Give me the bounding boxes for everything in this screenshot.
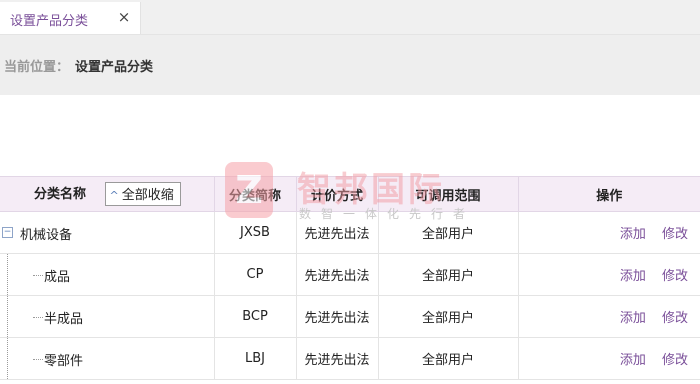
watermark-logo	[225, 162, 273, 218]
breadcrumb-current: 设置产品分类	[75, 60, 154, 75]
table-row: 零部件 LBJ 先进先出法 全部用户 添加 修改	[0, 337, 700, 380]
ops-cell: 添加 修改	[517, 295, 700, 338]
category-name-cell: 半成品	[0, 295, 214, 338]
pricing-cell: 先进先出法	[295, 337, 378, 380]
ops-cell: 添加 修改	[517, 253, 700, 296]
pricing-cell: 先进先出法	[295, 253, 378, 296]
ops-cell: 添加 修改	[517, 337, 700, 380]
abbr-cell: BCP	[213, 295, 296, 338]
table-row: 成品 CP 先进先出法 全部用户 添加 修改	[0, 253, 700, 296]
category-name-cell: 零部件	[0, 337, 214, 380]
header-name-label: 分类名称	[34, 186, 87, 202]
scope-cell: 全部用户	[377, 253, 518, 296]
header-ops: 操作	[517, 176, 700, 212]
tree-branch	[33, 317, 43, 318]
tree-line	[7, 296, 8, 337]
tab-product-category[interactable]: 设置产品分类 ×	[0, 2, 141, 34]
category-name[interactable]: 零部件	[44, 350, 83, 369]
add-link[interactable]: 添加	[620, 227, 646, 242]
category-name[interactable]: 半成品	[44, 308, 83, 327]
pricing-cell: 先进先出法	[295, 295, 378, 338]
tab-bar: 设置产品分类 ×	[0, 0, 700, 34]
add-link[interactable]: 添加	[620, 353, 646, 368]
scope-cell: 全部用户	[377, 337, 518, 380]
ops-cell: 添加 修改	[517, 211, 700, 254]
breadcrumb: 当前位置： 设置产品分类	[4, 56, 153, 75]
edit-link[interactable]: 修改	[662, 311, 688, 326]
edit-link[interactable]: 修改	[662, 227, 688, 242]
collapse-all-button[interactable]: ^ 全部收缩	[104, 182, 181, 206]
watermark-title: 智邦国际	[297, 170, 445, 210]
table-row: 半成品 BCP 先进先出法 全部用户 添加 修改	[0, 295, 700, 338]
add-link[interactable]: 添加	[620, 311, 646, 326]
tree-line	[7, 338, 8, 379]
category-name[interactable]: 成品	[44, 266, 70, 285]
breadcrumb-bar: 当前位置： 设置产品分类	[0, 34, 700, 95]
category-name-cell: 成品	[0, 253, 214, 296]
tree-branch	[33, 275, 43, 276]
add-link[interactable]: 添加	[620, 269, 646, 284]
tab-label: 设置产品分类	[10, 14, 89, 29]
breadcrumb-prefix: 当前位置：	[4, 60, 70, 75]
close-icon[interactable]: ×	[117, 9, 131, 25]
header-name: 分类名称 ^ 全部收缩	[0, 176, 214, 212]
chevron-up-icon: ^	[109, 189, 119, 202]
tree-branch	[33, 359, 43, 360]
edit-link[interactable]: 修改	[662, 269, 688, 284]
scope-cell: 全部用户	[377, 295, 518, 338]
category-name[interactable]: 机械设备	[20, 224, 72, 243]
collapse-all-label: 全部收缩	[121, 188, 174, 203]
abbr-cell: LBJ	[213, 337, 296, 380]
minus-box-icon[interactable]: −	[2, 227, 13, 238]
watermark: 智邦国际 数智一体化先行者	[223, 162, 483, 228]
tree-line	[7, 254, 8, 295]
edit-link[interactable]: 修改	[662, 353, 688, 368]
category-name-cell: − 机械设备	[0, 211, 214, 254]
watermark-subtitle: 数智一体化先行者	[299, 207, 476, 221]
abbr-cell: CP	[213, 253, 296, 296]
